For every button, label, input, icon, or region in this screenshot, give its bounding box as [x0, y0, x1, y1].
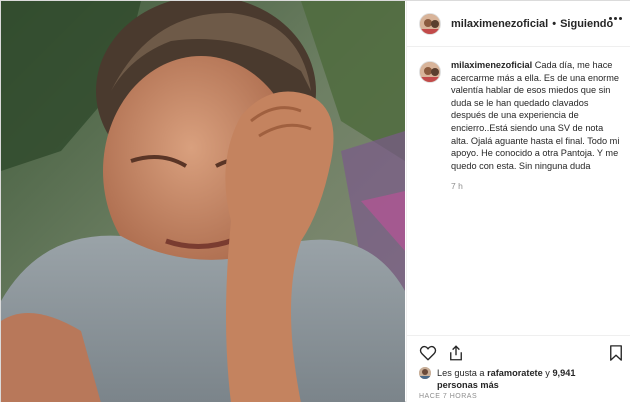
header-separator: • [552, 17, 557, 30]
caption-content: Cada día, me hace acercarme más a ella. … [451, 60, 620, 171]
follow-status-button[interactable]: Siguiendo [560, 18, 613, 30]
post-photo[interactable] [1, 1, 405, 402]
caption-avatar[interactable] [419, 61, 441, 83]
caption-age[interactable]: 7 h [451, 181, 621, 191]
caption-username[interactable]: milaximenezoficial [451, 60, 532, 70]
ellipsis-icon[interactable] [609, 17, 622, 20]
post-sidebar: milaximenezoficial • Siguiendo milaximen… [406, 1, 630, 402]
liker-avatar[interactable] [419, 367, 431, 379]
post-image [1, 1, 405, 402]
likes-prefix: Les gusta a [437, 368, 488, 378]
bookmark-icon[interactable] [607, 344, 625, 362]
share-icon[interactable] [447, 344, 465, 362]
author-avatar[interactable] [419, 12, 441, 35]
action-bar [407, 335, 630, 365]
post-header: milaximenezoficial • Siguiendo [407, 1, 630, 47]
caption-body: milaximenezoficial Cada día, me hace ace… [451, 59, 621, 191]
likes-summary: Les gusta a rafamoratete y 9,941 persona… [419, 367, 607, 391]
liker-username[interactable]: rafamoratete [487, 368, 543, 378]
likes-text: Les gusta a rafamoratete y 9,941 persona… [437, 367, 607, 391]
likes-joiner: y [542, 368, 553, 378]
caption-comment: milaximenezoficial Cada día, me hace ace… [419, 59, 624, 191]
post-frame: milaximenezoficial • Siguiendo milaximen… [0, 0, 630, 402]
heart-icon[interactable] [419, 344, 437, 362]
caption-text: milaximenezoficial Cada día, me hace ace… [451, 59, 621, 172]
post-timestamp[interactable]: HACE 7 HORAS [419, 393, 477, 400]
author-username[interactable]: milaximenezoficial [451, 18, 548, 30]
